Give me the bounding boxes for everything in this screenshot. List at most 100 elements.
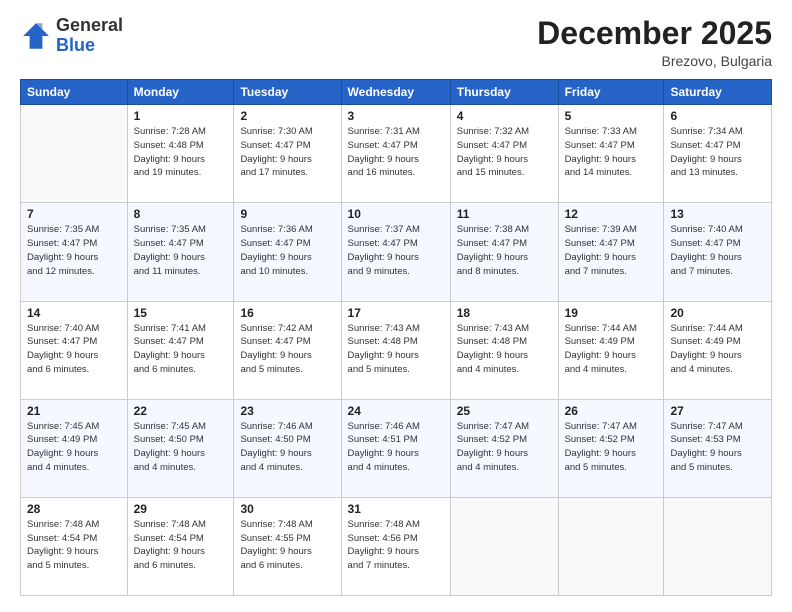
- day-number: 21: [27, 404, 121, 418]
- calendar-cell: 10Sunrise: 7:37 AM Sunset: 4:47 PM Dayli…: [341, 203, 450, 301]
- col-header-wednesday: Wednesday: [341, 80, 450, 105]
- day-info: Sunrise: 7:45 AM Sunset: 4:49 PM Dayligh…: [27, 420, 121, 475]
- day-info: Sunrise: 7:47 AM Sunset: 4:53 PM Dayligh…: [670, 420, 765, 475]
- col-header-monday: Monday: [127, 80, 234, 105]
- calendar-cell: 23Sunrise: 7:46 AM Sunset: 4:50 PM Dayli…: [234, 399, 341, 497]
- calendar-week-row: 21 Sunrise: 7:45 AM Sunset: 4:49 PM Dayli…: [21, 399, 772, 497]
- day-number: 19: [565, 306, 658, 320]
- calendar-header-row: SundayMondayTuesdayWednesdayThursdayFrid…: [21, 80, 772, 105]
- day-number: 9: [240, 207, 334, 221]
- day-number: 31: [348, 502, 444, 516]
- day-info: Sunrise: 7:34 AM Sunset: 4:47 PM Dayligh…: [670, 125, 765, 180]
- col-header-tuesday: Tuesday: [234, 80, 341, 105]
- day-number: 12: [565, 207, 658, 221]
- day-number: 30: [240, 502, 334, 516]
- day-number: 1: [134, 109, 228, 123]
- calendar-table: SundayMondayTuesdayWednesdayThursdayFrid…: [20, 79, 772, 596]
- calendar-cell: 8 Sunrise: 7:35 AM Sunset: 4:47 PM Daylig…: [127, 203, 234, 301]
- day-info: Sunrise: 7:46 AM Sunset: 4:51 PM Dayligh…: [348, 420, 444, 475]
- day-info: Sunrise: 7:28 AM Sunset: 4:48 PM Dayligh…: [134, 125, 228, 180]
- logo-text: General Blue: [56, 16, 123, 56]
- day-info: Sunrise: 7:48 AM Sunset: 4:56 PM Dayligh…: [348, 518, 444, 573]
- calendar-cell: 6Sunrise: 7:34 AM Sunset: 4:47 PM Daylig…: [664, 105, 772, 203]
- calendar-week-row: 14 Sunrise: 7:40 AM Sunset: 4:47 PM Dayli…: [21, 301, 772, 399]
- day-number: 29: [134, 502, 228, 516]
- day-number: 13: [670, 207, 765, 221]
- day-info: Sunrise: 7:39 AM Sunset: 4:47 PM Dayligh…: [565, 223, 658, 278]
- calendar-cell: 14 Sunrise: 7:40 AM Sunset: 4:47 PM Dayli…: [21, 301, 128, 399]
- calendar-cell: 29 Sunrise: 7:48 AM Sunset: 4:54 PM Dayli…: [127, 497, 234, 595]
- calendar-cell: 27Sunrise: 7:47 AM Sunset: 4:53 PM Dayli…: [664, 399, 772, 497]
- day-info: Sunrise: 7:44 AM Sunset: 4:49 PM Dayligh…: [565, 322, 658, 377]
- day-info: Sunrise: 7:35 AM Sunset: 4:47 PM Dayligh…: [134, 223, 228, 278]
- day-info: Sunrise: 7:48 AM Sunset: 4:54 PM Dayligh…: [134, 518, 228, 573]
- calendar-cell: 30 Sunrise: 7:48 AM Sunset: 4:55 PM Dayli…: [234, 497, 341, 595]
- calendar-cell: 12 Sunrise: 7:39 AM Sunset: 4:47 PM Dayli…: [558, 203, 664, 301]
- day-number: 3: [348, 109, 444, 123]
- day-info: Sunrise: 7:35 AM Sunset: 4:47 PM Dayligh…: [27, 223, 121, 278]
- calendar-cell: [558, 497, 664, 595]
- day-number: 10: [348, 207, 444, 221]
- day-number: 17: [348, 306, 444, 320]
- calendar-cell: 26Sunrise: 7:47 AM Sunset: 4:52 PM Dayli…: [558, 399, 664, 497]
- calendar-cell: 5Sunrise: 7:33 AM Sunset: 4:47 PM Daylig…: [558, 105, 664, 203]
- day-info: Sunrise: 7:31 AM Sunset: 4:47 PM Dayligh…: [348, 125, 444, 180]
- logo-icon: [20, 20, 52, 52]
- col-header-friday: Friday: [558, 80, 664, 105]
- day-info: Sunrise: 7:32 AM Sunset: 4:47 PM Dayligh…: [457, 125, 552, 180]
- day-number: 14: [27, 306, 121, 320]
- calendar-cell: 25Sunrise: 7:47 AM Sunset: 4:52 PM Dayli…: [450, 399, 558, 497]
- header: General Blue December 2025 Brezovo, Bulg…: [20, 16, 772, 69]
- calendar-cell: 22Sunrise: 7:45 AM Sunset: 4:50 PM Dayli…: [127, 399, 234, 497]
- col-header-saturday: Saturday: [664, 80, 772, 105]
- day-number: 7: [27, 207, 121, 221]
- day-info: Sunrise: 7:48 AM Sunset: 4:55 PM Dayligh…: [240, 518, 334, 573]
- day-info: Sunrise: 7:42 AM Sunset: 4:47 PM Dayligh…: [240, 322, 334, 377]
- calendar-cell: [21, 105, 128, 203]
- title-block: December 2025 Brezovo, Bulgaria: [537, 16, 772, 69]
- day-info: Sunrise: 7:48 AM Sunset: 4:54 PM Dayligh…: [27, 518, 121, 573]
- calendar-cell: 15 Sunrise: 7:41 AM Sunset: 4:47 PM Dayli…: [127, 301, 234, 399]
- col-header-sunday: Sunday: [21, 80, 128, 105]
- calendar-cell: 18Sunrise: 7:43 AM Sunset: 4:48 PM Dayli…: [450, 301, 558, 399]
- day-number: 28: [27, 502, 121, 516]
- calendar-week-row: 1 Sunrise: 7:28 AM Sunset: 4:48 PM Daylig…: [21, 105, 772, 203]
- day-info: Sunrise: 7:46 AM Sunset: 4:50 PM Dayligh…: [240, 420, 334, 475]
- day-info: Sunrise: 7:36 AM Sunset: 4:47 PM Dayligh…: [240, 223, 334, 278]
- day-info: Sunrise: 7:44 AM Sunset: 4:49 PM Dayligh…: [670, 322, 765, 377]
- calendar-cell: 20 Sunrise: 7:44 AM Sunset: 4:49 PM Dayli…: [664, 301, 772, 399]
- day-info: Sunrise: 7:38 AM Sunset: 4:47 PM Dayligh…: [457, 223, 552, 278]
- location: Brezovo, Bulgaria: [537, 53, 772, 69]
- day-number: 20: [670, 306, 765, 320]
- day-number: 11: [457, 207, 552, 221]
- calendar-cell: 31 Sunrise: 7:48 AM Sunset: 4:56 PM Dayli…: [341, 497, 450, 595]
- day-info: Sunrise: 7:47 AM Sunset: 4:52 PM Dayligh…: [565, 420, 658, 475]
- calendar-cell: 28 Sunrise: 7:48 AM Sunset: 4:54 PM Dayli…: [21, 497, 128, 595]
- day-info: Sunrise: 7:41 AM Sunset: 4:47 PM Dayligh…: [134, 322, 228, 377]
- day-number: 15: [134, 306, 228, 320]
- calendar-cell: [664, 497, 772, 595]
- day-info: Sunrise: 7:45 AM Sunset: 4:50 PM Dayligh…: [134, 420, 228, 475]
- calendar-cell: 17 Sunrise: 7:43 AM Sunset: 4:48 PM Dayli…: [341, 301, 450, 399]
- calendar-cell: 16 Sunrise: 7:42 AM Sunset: 4:47 PM Dayli…: [234, 301, 341, 399]
- calendar-week-row: 7 Sunrise: 7:35 AM Sunset: 4:47 PM Daylig…: [21, 203, 772, 301]
- calendar-cell: 4 Sunrise: 7:32 AM Sunset: 4:47 PM Daylig…: [450, 105, 558, 203]
- page: General Blue December 2025 Brezovo, Bulg…: [0, 0, 792, 612]
- logo: General Blue: [20, 16, 123, 56]
- calendar-week-row: 28 Sunrise: 7:48 AM Sunset: 4:54 PM Dayli…: [21, 497, 772, 595]
- day-number: 4: [457, 109, 552, 123]
- calendar-cell: 7 Sunrise: 7:35 AM Sunset: 4:47 PM Daylig…: [21, 203, 128, 301]
- calendar-cell: 9 Sunrise: 7:36 AM Sunset: 4:47 PM Daylig…: [234, 203, 341, 301]
- calendar-cell: 19 Sunrise: 7:44 AM Sunset: 4:49 PM Dayli…: [558, 301, 664, 399]
- day-number: 16: [240, 306, 334, 320]
- day-info: Sunrise: 7:40 AM Sunset: 4:47 PM Dayligh…: [27, 322, 121, 377]
- calendar-cell: 24Sunrise: 7:46 AM Sunset: 4:51 PM Dayli…: [341, 399, 450, 497]
- day-number: 18: [457, 306, 552, 320]
- calendar-cell: 11 Sunrise: 7:38 AM Sunset: 4:47 PM Dayli…: [450, 203, 558, 301]
- day-info: Sunrise: 7:47 AM Sunset: 4:52 PM Dayligh…: [457, 420, 552, 475]
- day-info: Sunrise: 7:43 AM Sunset: 4:48 PM Dayligh…: [348, 322, 444, 377]
- calendar-cell: [450, 497, 558, 595]
- day-info: Sunrise: 7:40 AM Sunset: 4:47 PM Dayligh…: [670, 223, 765, 278]
- col-header-thursday: Thursday: [450, 80, 558, 105]
- day-number: 8: [134, 207, 228, 221]
